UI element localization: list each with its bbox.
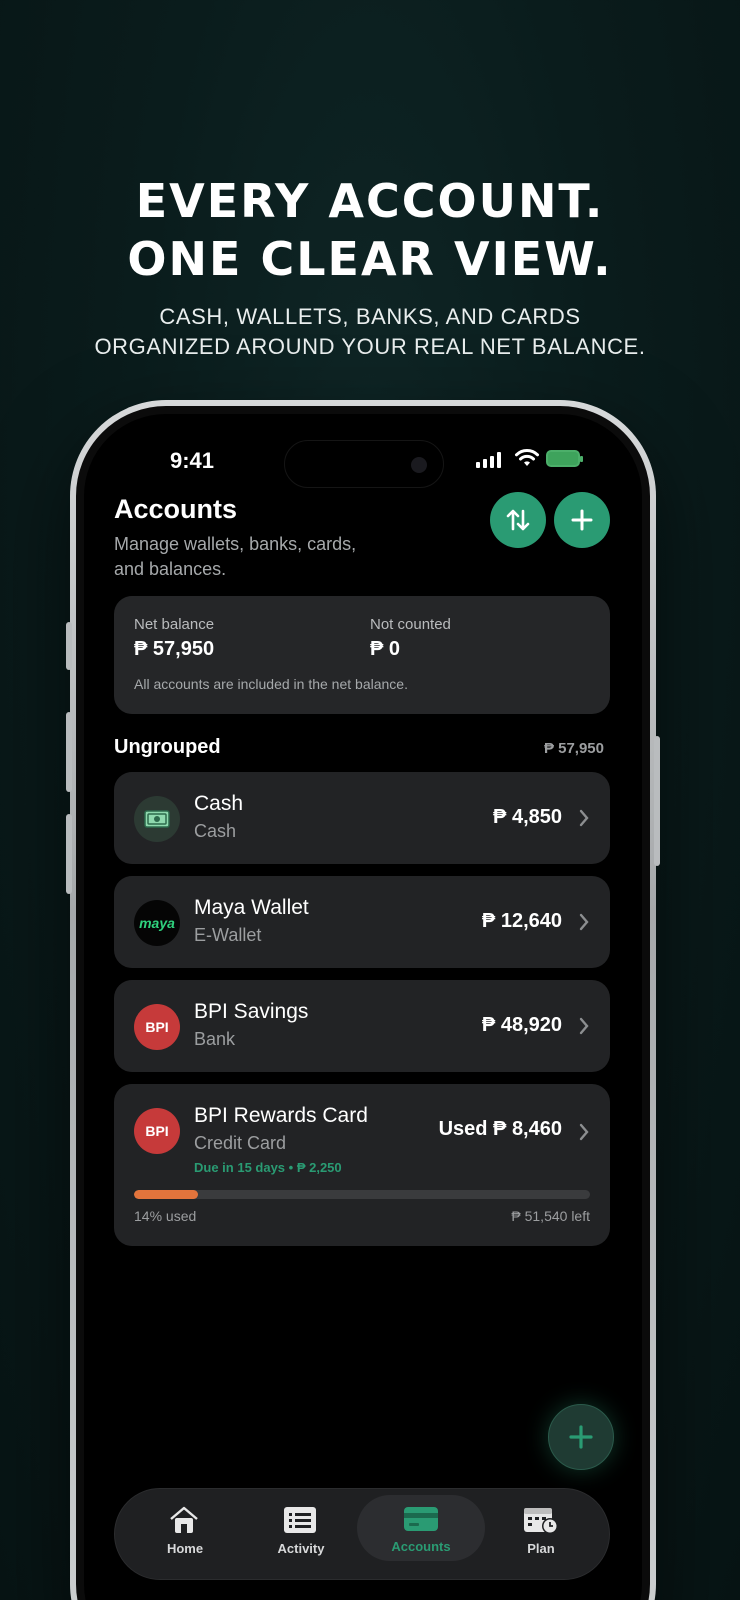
- home-icon: [170, 1506, 198, 1533]
- account-amount: ₱ 48,920: [481, 1014, 562, 1036]
- promo-subhead-line1: CASH, WALLETS, BANKS, AND CARDS: [159, 304, 581, 329]
- group-total: ₱ 57,950: [543, 740, 604, 757]
- promo-headline-line1: EVERY ACCOUNT.: [135, 174, 605, 228]
- phone-frame: 9:41 Accounts Manage wallets, banks, car…: [66, 400, 660, 1600]
- add-account-button[interactable]: [554, 492, 610, 548]
- bpi-logo-icon: BPI: [134, 1108, 180, 1154]
- net-balance-value: ₱ 57,950: [134, 638, 215, 660]
- card-icon: [404, 1507, 438, 1531]
- account-amount: Used ₱ 8,460: [438, 1118, 562, 1140]
- tab-activity[interactable]: Activity: [239, 1489, 363, 1581]
- summary-note: All accounts are included in the net bal…: [134, 676, 408, 692]
- status-time: 9:41: [170, 448, 215, 473]
- not-counted-value: ₱ 0: [370, 638, 401, 660]
- plus-icon: [571, 509, 593, 531]
- tab-label: Accounts: [391, 1539, 451, 1554]
- account-type: E-Wallet: [194, 925, 262, 945]
- bpi-logo-icon: BPI: [134, 1004, 180, 1050]
- list-icon: [284, 1507, 316, 1533]
- tab-accounts[interactable]: Accounts: [357, 1495, 485, 1561]
- signal-icon: [476, 452, 501, 468]
- plus-icon: [569, 1425, 593, 1449]
- promo-headline-line2: ONE CLEAR VIEW.: [127, 232, 613, 286]
- credit-usage-bar: [134, 1190, 590, 1199]
- account-name: Cash: [194, 792, 244, 815]
- tab-label: Activity: [277, 1541, 325, 1556]
- power-button: [654, 736, 660, 866]
- account-card-cash[interactable]: Cash Cash ₱ 4,850: [114, 772, 610, 864]
- battery-icon: [546, 450, 583, 467]
- transfer-button[interactable]: [490, 492, 546, 548]
- banknote-icon: [134, 796, 180, 842]
- fab-add-button[interactable]: [548, 1404, 614, 1470]
- balance-summary-card: Net balance ₱ 57,950 Not counted ₱ 0 All…: [114, 596, 610, 714]
- bottom-tab-bar: Home Activity Accounts Plan: [114, 1488, 610, 1580]
- account-type: Bank: [194, 1029, 236, 1049]
- tab-home[interactable]: Home: [123, 1489, 247, 1581]
- account-card-maya-wallet[interactable]: maya Maya Wallet E-Wallet ₱ 12,640: [114, 876, 610, 968]
- promo-headline: EVERY ACCOUNT. ONE CLEAR VIEW.: [0, 172, 740, 288]
- credit-usage-fill: [134, 1190, 198, 1199]
- account-name: BPI Rewards Card: [194, 1104, 368, 1127]
- account-type: Credit Card: [194, 1133, 287, 1153]
- dynamic-island: [284, 440, 444, 488]
- maya-logo-icon: maya: [134, 900, 180, 946]
- credit-used-label: 14% used: [134, 1208, 197, 1224]
- tab-label: Home: [166, 1541, 204, 1556]
- account-card-bpi-rewards[interactable]: BPI BPI Rewards Card Credit Card Due in …: [114, 1084, 610, 1246]
- credit-left-label: ₱ 51,540 left: [511, 1208, 590, 1224]
- chevron-right-icon: [579, 1123, 589, 1141]
- status-bar: 9:41: [84, 440, 642, 488]
- swap-vertical-icon: [506, 509, 530, 531]
- account-amount: ₱ 12,640: [481, 910, 562, 932]
- promo-subhead: CASH, WALLETS, BANKS, AND CARDS ORGANIZE…: [0, 302, 740, 362]
- volume-down-button: [66, 814, 72, 894]
- account-amount: ₱ 4,850: [493, 806, 562, 828]
- chevron-right-icon: [579, 1017, 589, 1035]
- account-card-bpi-savings[interactable]: BPI BPI Savings Bank ₱ 48,920: [114, 980, 610, 1072]
- page-title: Accounts: [114, 494, 238, 524]
- calendar-clock-icon: [524, 1508, 558, 1534]
- account-name: BPI Savings: [194, 1000, 309, 1023]
- tab-plan[interactable]: Plan: [479, 1489, 603, 1581]
- camera-icon: [411, 457, 427, 473]
- tab-label: Plan: [527, 1541, 555, 1556]
- due-date-label: Due in 15 days • ₱ 2,250: [194, 1160, 342, 1175]
- account-name: Maya Wallet: [194, 896, 309, 919]
- page-subtitle: Manage wallets, banks, cards, and balanc…: [114, 534, 357, 579]
- not-counted-label: Not counted: [370, 616, 451, 633]
- phone-screen: 9:41 Accounts Manage wallets, banks, car…: [76, 406, 650, 1600]
- net-balance-label: Net balance: [134, 616, 215, 633]
- account-type: Cash: [194, 821, 237, 841]
- group-title: Ungrouped: [114, 736, 221, 758]
- chevron-right-icon: [579, 913, 589, 931]
- action-button: [66, 622, 72, 670]
- volume-up-button: [66, 712, 72, 792]
- chevron-right-icon: [579, 809, 589, 827]
- wifi-icon: [514, 448, 540, 473]
- promo-subhead-line2: ORGANIZED AROUND YOUR REAL NET BALANCE.: [94, 334, 646, 359]
